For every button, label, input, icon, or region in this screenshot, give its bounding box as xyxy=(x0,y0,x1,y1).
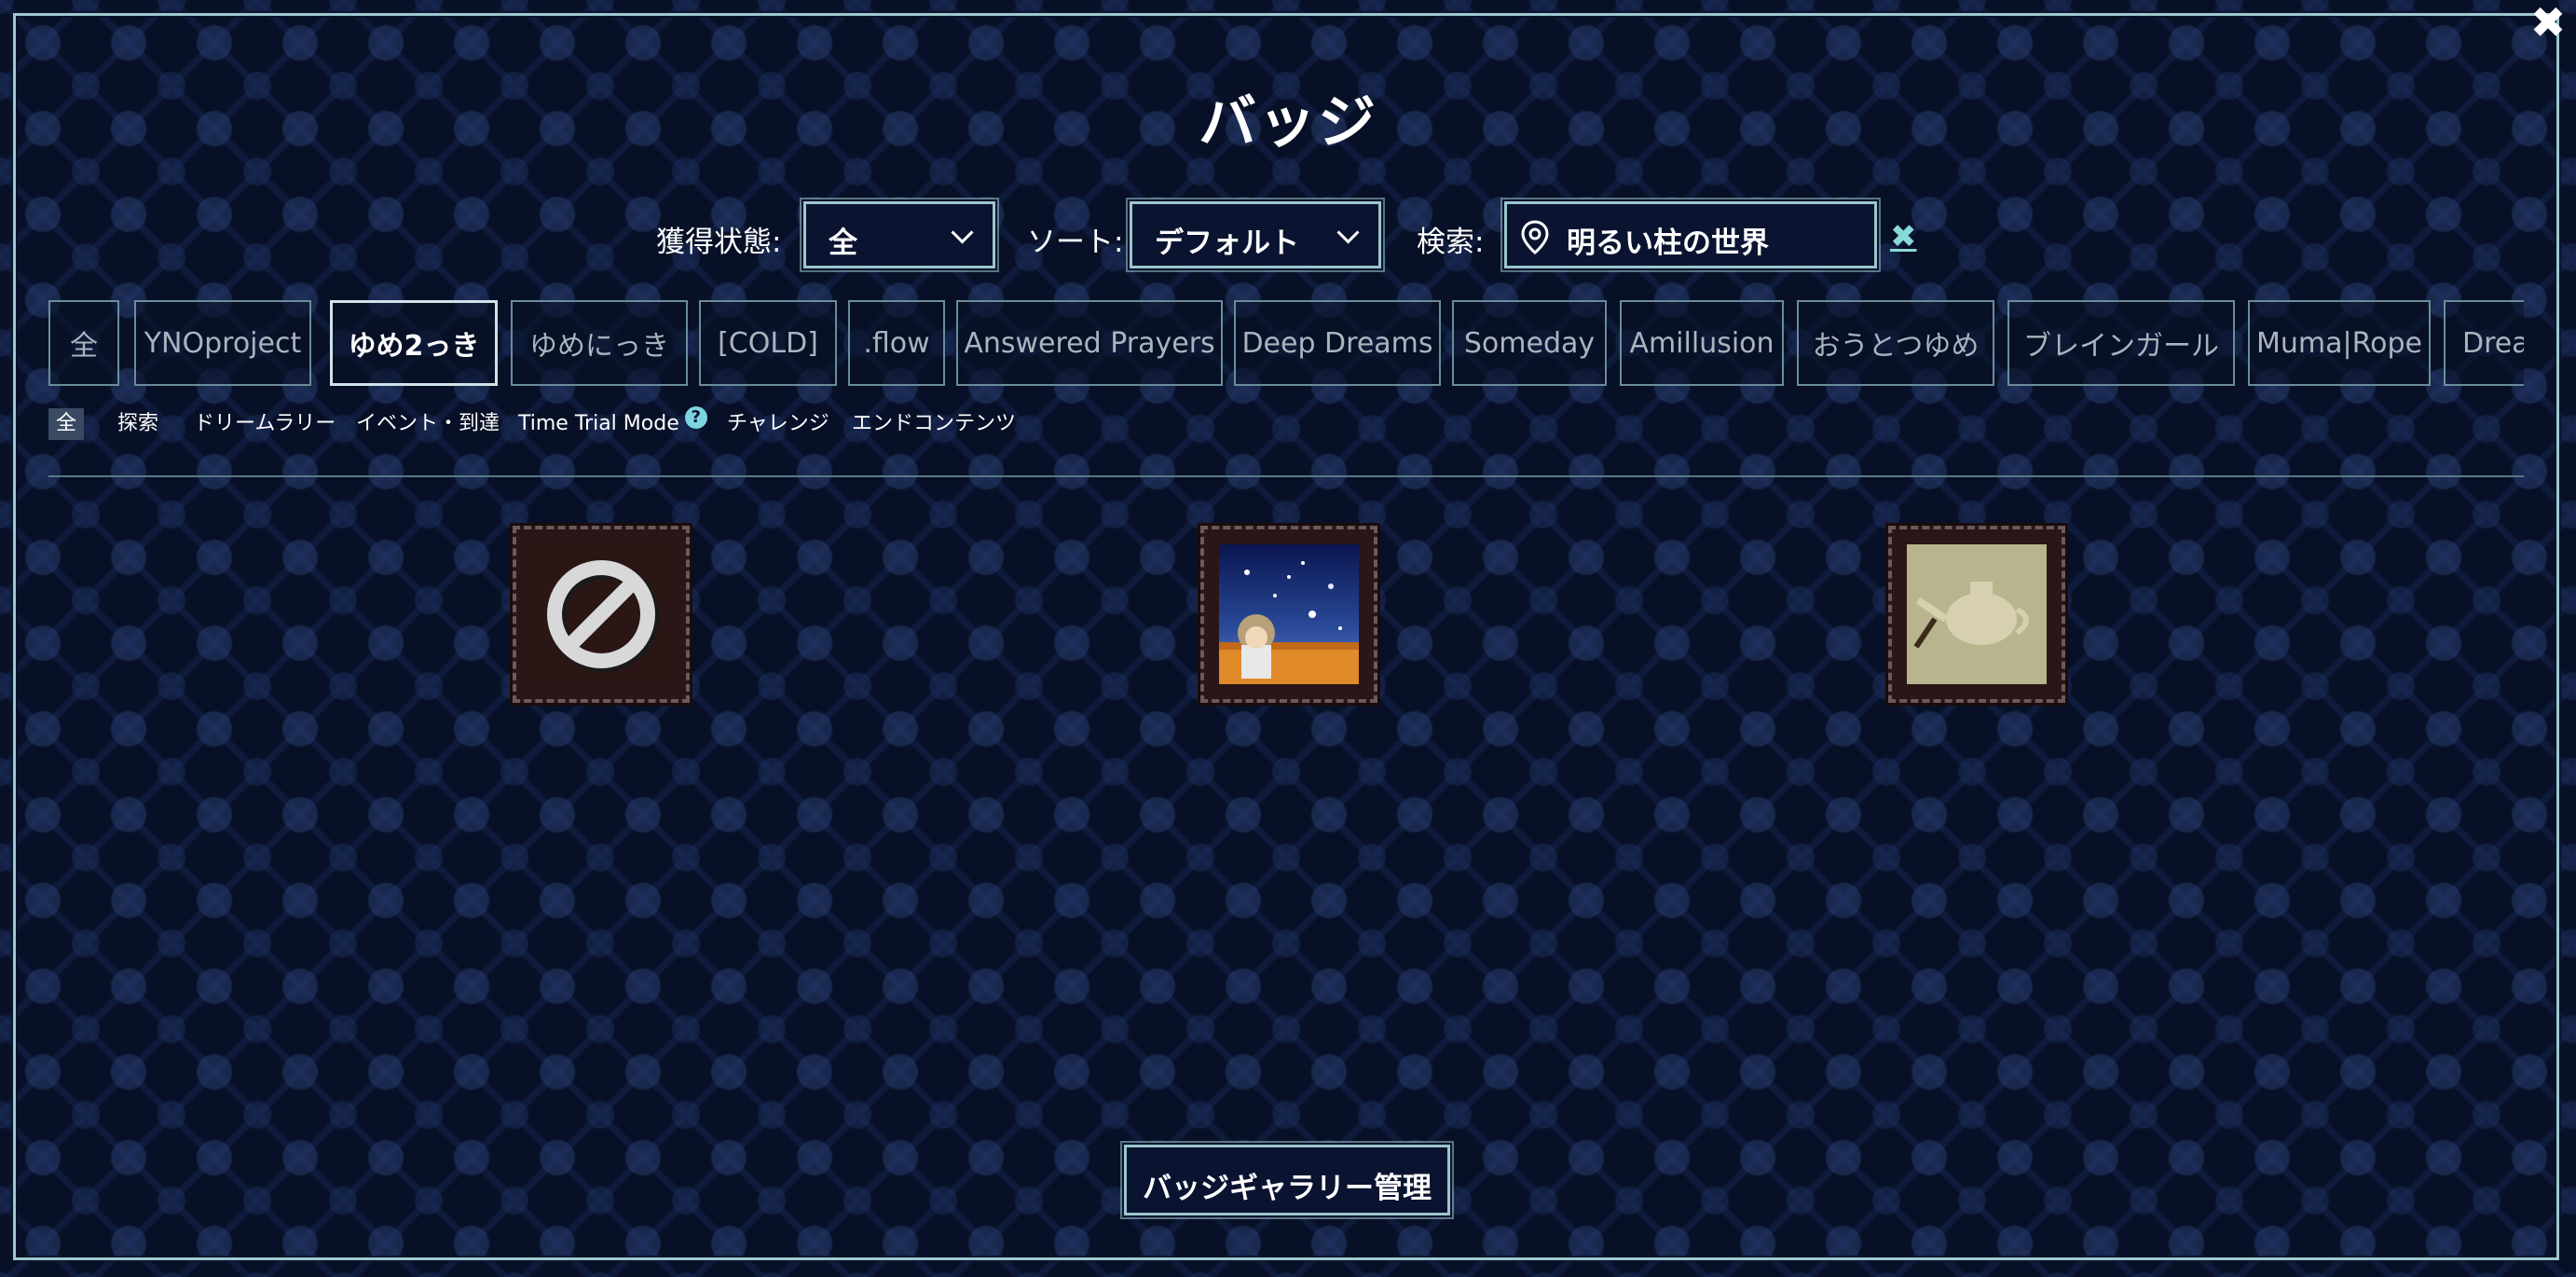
map-pin-icon xyxy=(1521,220,1549,254)
badge-item[interactable] xyxy=(1888,526,2065,703)
search-label: 検索: xyxy=(1417,226,1485,259)
obtained-label: 獲得状態: xyxy=(656,226,782,259)
subcat-dream-rally[interactable]: ドリームラリー xyxy=(194,408,336,440)
tab-yume2kki[interactable]: ゆめ2っき xyxy=(330,300,498,386)
subcat-explore[interactable]: 探索 xyxy=(117,408,158,440)
sort-select-value: デフォルト xyxy=(1155,227,1299,260)
chevron-down-icon xyxy=(1336,221,1360,244)
tab-brain-girl[interactable]: ブレインガール xyxy=(2007,300,2235,386)
tab-flow[interactable]: .flow xyxy=(848,300,945,386)
tab-outotsuyume[interactable]: おうとつゆめ xyxy=(1797,300,1994,386)
page-title: バッジ xyxy=(1198,88,1377,156)
badge-item[interactable] xyxy=(1200,526,1377,703)
badge-gallery-button-label: バッジギャラリー管理 xyxy=(1143,1172,1432,1205)
tab-yumenikki[interactable]: ゆめにっき xyxy=(511,300,688,386)
obtained-select[interactable]: 全 xyxy=(803,201,995,268)
subcat-challenge[interactable]: チャレンジ xyxy=(727,408,829,440)
subcat-end-content[interactable]: エンドコンテンツ xyxy=(852,408,1016,440)
tab-muma-rope[interactable]: Muma|Rope xyxy=(2248,300,2431,386)
close-icon[interactable]: ✖ xyxy=(2528,1,2569,44)
tab-someday[interactable]: Someday xyxy=(1452,300,1607,386)
tab-ynoproject[interactable]: YNOproject xyxy=(134,300,311,386)
search-value: 明るい柱の世界 xyxy=(1567,227,1769,260)
sort-select[interactable]: デフォルト xyxy=(1130,201,1381,268)
subcat-time-trial-label: Time Trial Mode xyxy=(518,412,679,435)
tab-all[interactable]: 全 xyxy=(48,300,119,386)
sort-label: ソート: xyxy=(1027,226,1124,259)
badge-gallery-button[interactable]: バッジギャラリー管理 xyxy=(1124,1145,1450,1215)
tab-dream[interactable]: Dream xyxy=(2444,300,2524,386)
tab-deep-dreams[interactable]: Deep Dreams xyxy=(1234,300,1441,386)
tab-amillusion[interactable]: Amillusion xyxy=(1620,300,1784,386)
search-input[interactable]: 明るい柱の世界 xyxy=(1504,201,1877,268)
subcat-time-trial[interactable]: Time Trial Mode? xyxy=(518,406,707,440)
help-icon[interactable]: ? xyxy=(684,406,707,429)
tab-cold[interactable]: [COLD] xyxy=(699,300,837,386)
subcat-event[interactable]: イベント・到達 xyxy=(356,408,500,440)
teapot-badge-icon xyxy=(1907,544,2047,684)
subcat-all[interactable]: 全 xyxy=(48,408,85,440)
starry-night-girl-badge-icon xyxy=(1219,544,1359,684)
null-badge-icon xyxy=(531,544,671,684)
tab-answered-prayers[interactable]: Answered Prayers xyxy=(956,300,1223,386)
clear-search-button[interactable]: ✖ xyxy=(1890,218,1917,255)
divider xyxy=(48,475,2524,477)
filter-row: 獲得状態: 全 ソート: デフォルト 検索: 明るい柱の世界 ✖ xyxy=(0,199,2576,274)
obtained-select-value: 全 xyxy=(829,227,857,260)
badge-item[interactable] xyxy=(513,526,690,703)
game-tabs: 全 YNOproject ゆめ2っき ゆめにっき [COLD] .flow An… xyxy=(48,300,2524,390)
chevron-down-icon xyxy=(951,221,974,244)
